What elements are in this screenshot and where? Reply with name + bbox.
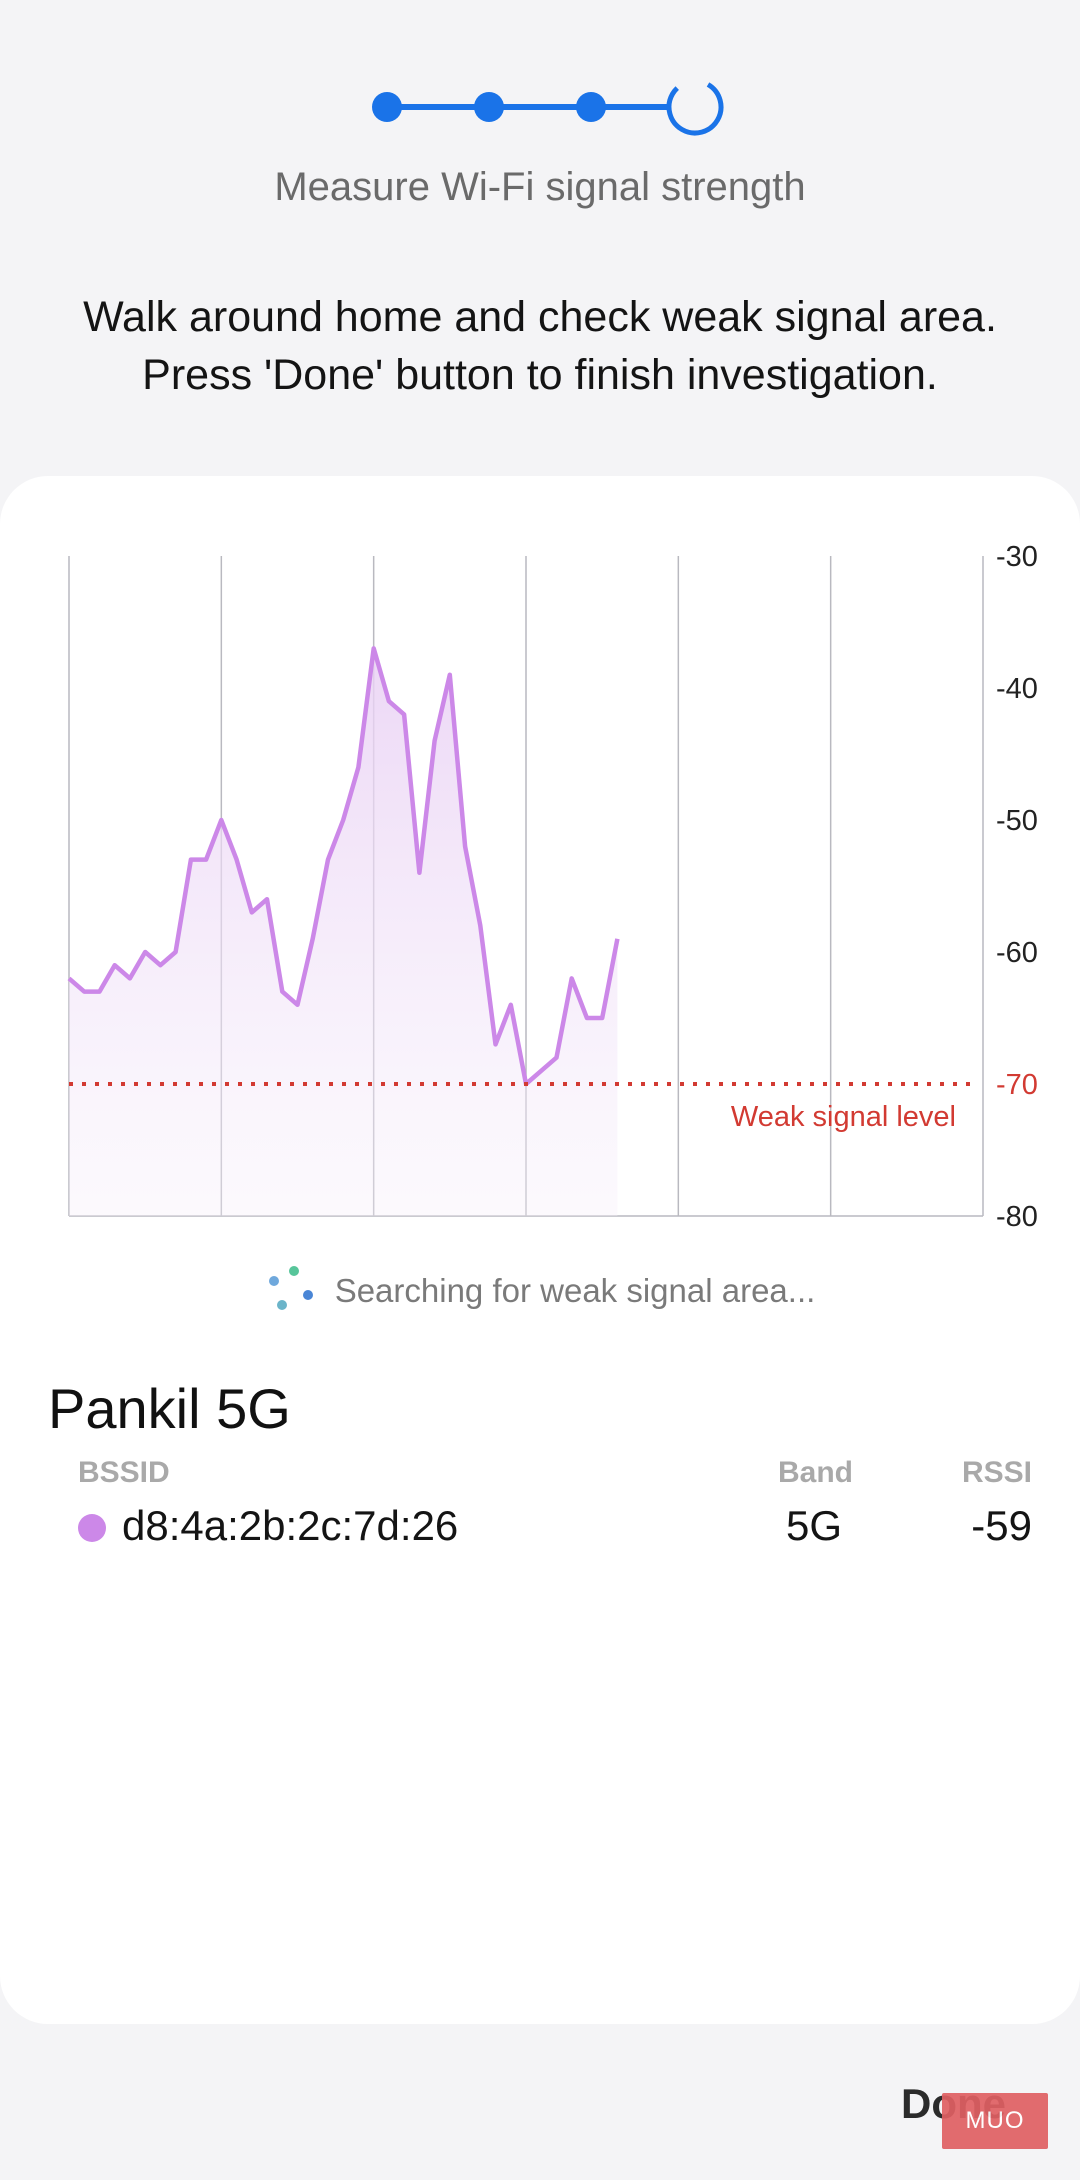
bssid-value: d8:4a:2b:2c:7d:26 [122,1502,459,1549]
y-tick-label: -80 [996,1201,1038,1233]
status-row: Searching for weak signal area... [0,1266,1080,1316]
y-tick-label: -40 [996,673,1038,705]
rssi-header: RSSI [961,1456,1032,1489]
loading-spinner-icon [265,1266,315,1316]
signal-card: Weak signal level -30 -40 -50 -60 -70 -80 Sea… [0,476,1080,2024]
signal-chart: Weak signal level -30 -40 -50 -60 -70 -80 [67,541,1038,1233]
instruction-line-2: Press 'Done' button to finish investigat… [142,351,938,399]
step-title: Measure Wi-Fi signal strength [274,165,806,209]
series-color-dot [78,1514,106,1542]
progress-stepper [372,78,724,136]
y-tick-label: -30 [996,541,1038,573]
network-name: Pankil 5G [48,1377,291,1440]
step-dot-completed [474,92,504,122]
rssi-value: -59 [971,1502,1032,1549]
instruction-line-1: Walk around home and check weak signal a… [83,293,997,341]
y-tick-label: -70 [996,1069,1038,1101]
watermark-logo: MUO [942,2093,1048,2149]
band-value: 5G [786,1502,843,1549]
y-tick-label: -60 [996,937,1038,969]
bssid-header: BSSID [78,1456,170,1489]
y-tick-label: -50 [996,805,1038,837]
step-dot-current [666,78,724,136]
step-dot-completed [372,92,402,122]
step-dot-completed [576,92,606,122]
weak-signal-label: Weak signal level [731,1101,956,1133]
status-text: Searching for weak signal area... [334,1272,816,1309]
band-header: Band [778,1456,853,1489]
instruction-text: Walk around home and check weak signal a… [40,288,1040,404]
signal-area [69,648,618,1216]
